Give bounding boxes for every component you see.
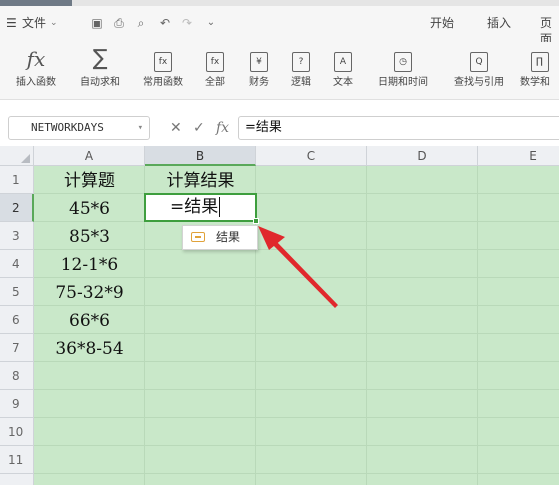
autosum-button[interactable]: ∑ 自动求和 [70, 46, 130, 96]
logic-icon: ? [292, 52, 310, 72]
math-trig-label: 数学和 [520, 77, 550, 88]
insert-function-button[interactable]: fx 插入函数 [10, 46, 62, 96]
formula-input[interactable]: =结果 [238, 116, 559, 140]
autosum-label: 自动求和 [80, 77, 120, 88]
all-functions-button[interactable]: fx 全部 [198, 46, 232, 96]
lookup-reference-label: 查找与引用 [454, 77, 504, 88]
math-icon: ∏ [530, 52, 549, 72]
title-bar: ☰ 文件 ⌄ ▣ ⎙ ⌕ ↶ ↷ ⌄ 开始 插入 页面 [0, 0, 559, 46]
arrow-shaft [273, 242, 338, 308]
logic-button[interactable]: ? 逻辑 [284, 46, 318, 96]
common-function-icon: fx [154, 52, 172, 72]
hamburger-icon[interactable]: ☰ [6, 15, 17, 31]
sigma-icon: ∑ [92, 46, 108, 71]
math-trig-button[interactable]: ∏ 数学和 [520, 46, 559, 96]
file-menu[interactable]: 文件 [22, 15, 46, 31]
formula-ribbon: fx 插入函数 ∑ 自动求和 fx 常用函数 fx 全部 ¥ 财务 ? 逻辑 A… [0, 42, 559, 100]
name-box-dropdown-icon[interactable]: ▾ [138, 117, 143, 139]
clock-icon: ◷ [394, 52, 412, 72]
text-icon: A [334, 52, 352, 72]
text-functions-button[interactable]: A 文本 [326, 46, 360, 96]
common-functions-label: 常用函数 [143, 77, 183, 88]
finance-label: 财务 [249, 77, 269, 88]
tab-home[interactable]: 开始 [430, 15, 454, 31]
lookup-reference-button[interactable]: Q 查找与引用 [445, 46, 513, 96]
finance-button[interactable]: ¥ 财务 [242, 46, 276, 96]
formula-bar: NETWORKDAYS ▾ ✕ ✓ fx =结果 [0, 110, 559, 144]
logic-label: 逻辑 [291, 77, 311, 88]
spreadsheet-grid[interactable]: A B C D E 1 2 3 4 5 6 7 8 9 10 11 计算题 计算… [0, 146, 559, 485]
lookup-icon: Q [470, 52, 488, 72]
redo-icon[interactable]: ↷ [180, 16, 194, 30]
customize-toolbar-icon[interactable]: ⌄ [204, 16, 218, 30]
name-box-value: NETWORKDAYS [31, 121, 104, 134]
undo-icon[interactable]: ↶ [158, 16, 172, 30]
save-icon[interactable]: ▣ [90, 16, 104, 30]
file-menu-chevron-icon[interactable]: ⌄ [50, 15, 58, 31]
insert-function-label: 插入函数 [16, 77, 56, 88]
finance-icon: ¥ [250, 52, 268, 72]
text-functions-label: 文本 [333, 77, 353, 88]
common-functions-button[interactable]: fx 常用函数 [135, 46, 191, 96]
fx-icon: fx [26, 47, 46, 71]
all-functions-label: 全部 [205, 77, 225, 88]
print-icon[interactable]: ⎙ [112, 16, 126, 30]
date-time-label: 日期和时间 [378, 77, 428, 88]
name-box[interactable]: NETWORKDAYS ▾ [8, 116, 150, 140]
all-functions-icon: fx [206, 52, 224, 72]
active-tab-indicator [0, 0, 72, 6]
fx-icon[interactable]: fx [216, 120, 229, 136]
annotation-arrow [258, 226, 338, 308]
tab-strip [0, 0, 559, 6]
confirm-icon[interactable]: ✓ [193, 120, 205, 136]
cancel-icon[interactable]: ✕ [170, 120, 182, 136]
print-preview-icon[interactable]: ⌕ [134, 16, 148, 30]
date-time-button[interactable]: ◷ 日期和时间 [370, 46, 436, 96]
tab-insert[interactable]: 插入 [487, 15, 511, 31]
